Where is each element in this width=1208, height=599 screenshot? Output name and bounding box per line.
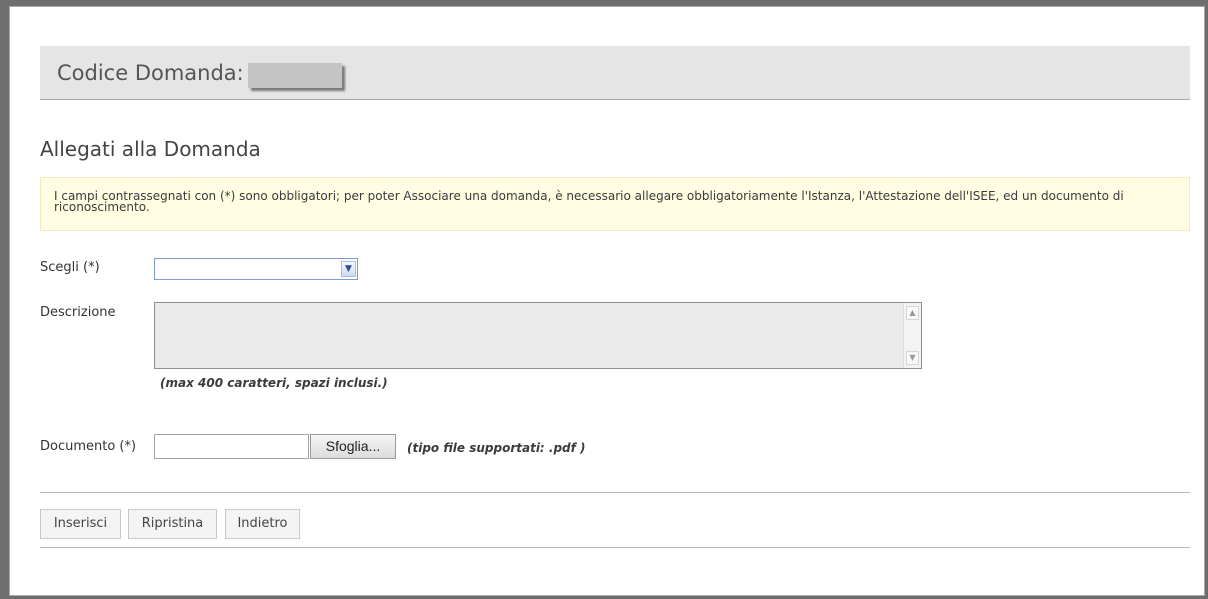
documento-file-input[interactable] [154, 434, 309, 459]
notice-box: I campi contrassegnati con (*) sono obbl… [40, 177, 1190, 231]
notice-text: I campi contrassegnati con (*) sono obbl… [54, 189, 1124, 214]
documento-label: Documento (*) [40, 439, 137, 454]
descrizione-label: Descrizione [40, 305, 116, 320]
ripristina-button[interactable]: Ripristina [128, 509, 217, 539]
section-title: Allegati alla Domanda [40, 137, 261, 161]
descrizione-textarea[interactable]: ▲ ▼ [154, 302, 922, 369]
scegli-label: Scegli (*) [40, 260, 100, 275]
inserisci-button[interactable]: Inserisci [40, 509, 121, 539]
header-bar: Codice Domanda: [40, 46, 1190, 100]
scegli-select[interactable]: ▼ [154, 258, 358, 280]
file-type-hint: (tipo file supportati: .pdf ) [407, 441, 586, 455]
arrow-up-icon[interactable]: ▲ [906, 306, 919, 320]
divider-top [40, 492, 1190, 493]
application-code-redacted [248, 63, 342, 88]
browse-button[interactable]: Sfoglia... [310, 434, 396, 459]
textarea-scrollbar[interactable]: ▲ ▼ [903, 303, 921, 368]
arrow-down-icon[interactable]: ▼ [906, 351, 919, 365]
indietro-button[interactable]: Indietro [225, 509, 300, 539]
divider-bottom [40, 547, 1190, 548]
chevron-down-icon[interactable]: ▼ [341, 261, 356, 277]
page-title: Codice Domanda: [57, 61, 244, 85]
descrizione-hint: (max 400 caratteri, spazi inclusi.) [160, 376, 388, 390]
